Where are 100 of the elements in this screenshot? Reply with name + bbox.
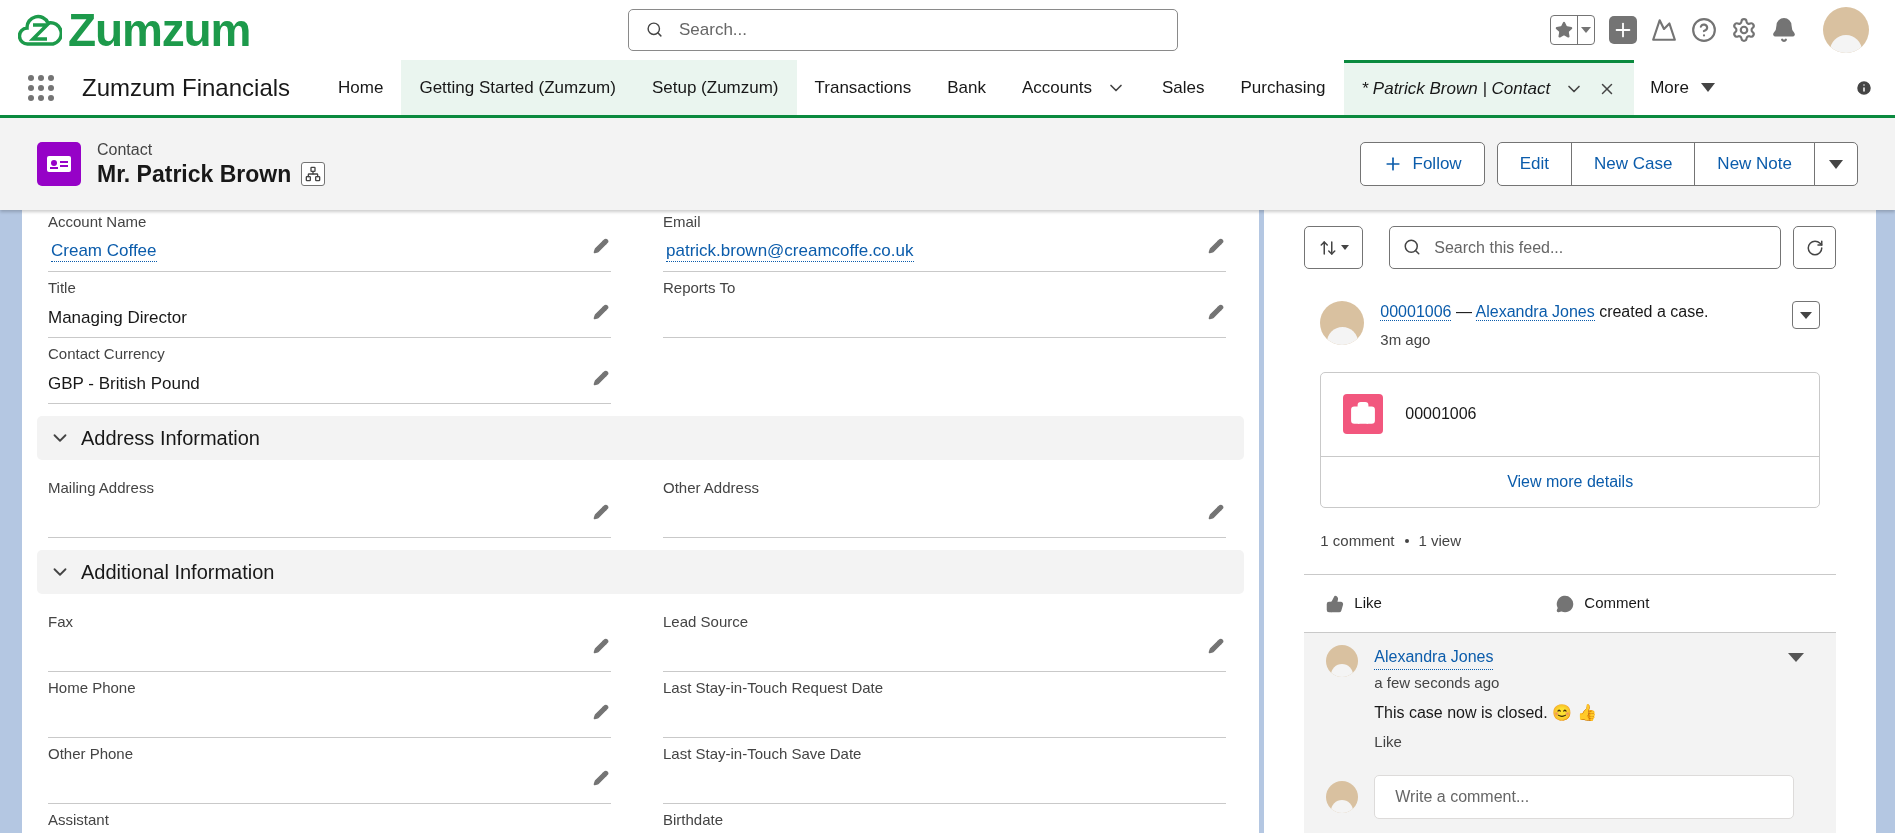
nav-tab[interactable]: Getting Started (Zumzum) <box>401 60 634 115</box>
field-link[interactable]: Cream Coffee <box>51 240 157 262</box>
field-label: Other Address <box>663 478 759 497</box>
nav-tab[interactable]: Accounts <box>1003 60 1144 115</box>
edit-pencil-icon[interactable] <box>593 238 609 254</box>
field-label: Last Stay-in-Touch Request Date <box>663 678 884 697</box>
nav-tab[interactable]: Sales <box>1143 60 1223 115</box>
follow-button[interactable]: Follow <box>1359 142 1485 186</box>
field-label: Other Phone <box>48 744 134 763</box>
field-label: Reports To <box>663 278 736 297</box>
nav-tab[interactable]: Bank <box>929 60 1004 115</box>
commenter-avatar <box>1326 645 1359 677</box>
view-details-link[interactable]: View more details <box>1321 456 1819 507</box>
nav-tab[interactable]: Home <box>320 60 402 115</box>
add-icon[interactable] <box>1609 16 1637 44</box>
more-actions-button[interactable] <box>1814 142 1858 186</box>
nav-tab[interactable]: Setup (Zumzum) <box>633 60 797 115</box>
app-launcher-icon[interactable] <box>28 74 54 101</box>
edit-pencil-icon[interactable] <box>593 504 609 520</box>
edit-pencil-icon[interactable] <box>593 704 609 720</box>
case-icon <box>1343 394 1384 434</box>
section-header[interactable]: Address Information <box>37 416 1245 460</box>
search-field[interactable]: Search... <box>628 9 1178 51</box>
edit-pencil-icon[interactable] <box>593 304 609 320</box>
nav-tab[interactable]: * Patrick Brown | Contact <box>1343 60 1635 115</box>
thumbs-up-icon <box>1326 594 1345 613</box>
field-value: Managing Director <box>48 306 187 328</box>
field-label: Home Phone <box>48 678 136 697</box>
sort-button[interactable] <box>1304 226 1364 269</box>
sort-icon <box>1318 238 1337 257</box>
post-stat: 1 view <box>1418 530 1462 551</box>
field-value: GBP - British Pound <box>48 372 200 394</box>
record-title: Mr. Patrick Brown <box>97 160 292 188</box>
field-label: Birthdate <box>663 810 724 829</box>
user-avatar <box>1823 7 1869 53</box>
post-time: 3m ago <box>1380 330 1431 350</box>
speech-bubble-icon <box>1556 594 1575 613</box>
like-button[interactable]: Like <box>1326 592 1557 615</box>
edit-pencil-icon[interactable] <box>593 770 609 786</box>
comment-input[interactable]: Write a comment... <box>1374 775 1794 819</box>
contact-icon <box>37 142 81 186</box>
comment-menu-icon[interactable] <box>1788 653 1804 662</box>
field-label: Fax <box>48 612 73 631</box>
field-label: Lead Source <box>663 612 749 631</box>
current-user-avatar <box>1326 781 1359 813</box>
brand-name: Zumzum <box>68 7 251 53</box>
info-icon[interactable] <box>1855 78 1873 97</box>
action-button[interactable]: New Case <box>1570 142 1696 186</box>
field-label: Assistant <box>48 810 109 829</box>
field-label: Contact Currency <box>48 344 165 363</box>
comment-like-link[interactable]: Like <box>1374 730 1402 753</box>
caret-icon <box>1700 83 1715 92</box>
case-link[interactable]: 00001006 <box>1380 303 1452 321</box>
help-icon[interactable] <box>1691 17 1717 43</box>
more-tab[interactable]: More <box>1634 60 1731 115</box>
search-icon <box>1403 238 1422 256</box>
edit-pencil-icon[interactable] <box>1208 238 1224 254</box>
section-header[interactable]: Additional Information <box>37 550 1245 594</box>
refresh-icon <box>1805 238 1824 257</box>
comment-time: a few seconds ago <box>1374 673 1500 693</box>
caret-icon <box>1581 27 1591 33</box>
comment-author-link[interactable]: Alexandra Jones <box>1374 645 1494 670</box>
author-avatar <box>1320 301 1365 345</box>
edit-pencil-icon[interactable] <box>593 370 609 386</box>
field-label: Email <box>663 212 701 231</box>
post-stat: 1 comment <box>1320 530 1395 551</box>
comment-button[interactable]: Comment <box>1556 592 1787 615</box>
mountain-icon[interactable] <box>1651 17 1677 43</box>
author-link[interactable]: Alexandra Jones <box>1475 303 1595 321</box>
edit-pencil-icon[interactable] <box>1208 504 1224 520</box>
cloud-logo-icon <box>18 12 62 48</box>
field-label: Title <box>48 278 76 297</box>
edit-pencil-icon[interactable] <box>1208 638 1224 654</box>
nav-tab[interactable]: Transactions <box>796 60 930 115</box>
search-icon <box>646 21 663 38</box>
notifications-icon[interactable] <box>1771 17 1797 43</box>
feed-search-field[interactable]: Search this feed... <box>1389 226 1781 269</box>
settings-icon[interactable] <box>1731 17 1757 43</box>
star-icon <box>1555 21 1573 39</box>
refresh-button[interactable] <box>1793 226 1836 269</box>
edit-pencil-icon[interactable] <box>593 638 609 654</box>
case-number: 00001006 <box>1405 404 1477 424</box>
field-link[interactable]: patrick.brown@creamcoffe.co.uk <box>666 240 914 262</box>
action-button[interactable]: New Note <box>1694 142 1815 186</box>
field-label: Last Stay-in-Touch Save Date <box>663 744 862 763</box>
caret-icon <box>1340 245 1349 250</box>
field-label: Account Name <box>48 212 147 231</box>
nav-tab[interactable]: Purchasing <box>1222 60 1344 115</box>
favorites-button[interactable] <box>1550 15 1595 45</box>
post-menu-button[interactable] <box>1792 301 1820 329</box>
app-name: Zumzum Financials <box>82 72 291 103</box>
field-label: Mailing Address <box>48 478 154 497</box>
caret-icon <box>1829 159 1843 169</box>
edit-pencil-icon[interactable] <box>1208 304 1224 320</box>
post-headline: 00001006 — Alexandra Jones created a case. <box>1380 302 1710 323</box>
object-type: Contact <box>97 140 154 160</box>
action-button[interactable]: Edit <box>1496 142 1572 186</box>
caret-icon <box>1800 311 1812 319</box>
hierarchy-icon[interactable] <box>301 162 326 186</box>
comment-text: This case now is closed. 😊 👍 <box>1374 702 1597 723</box>
